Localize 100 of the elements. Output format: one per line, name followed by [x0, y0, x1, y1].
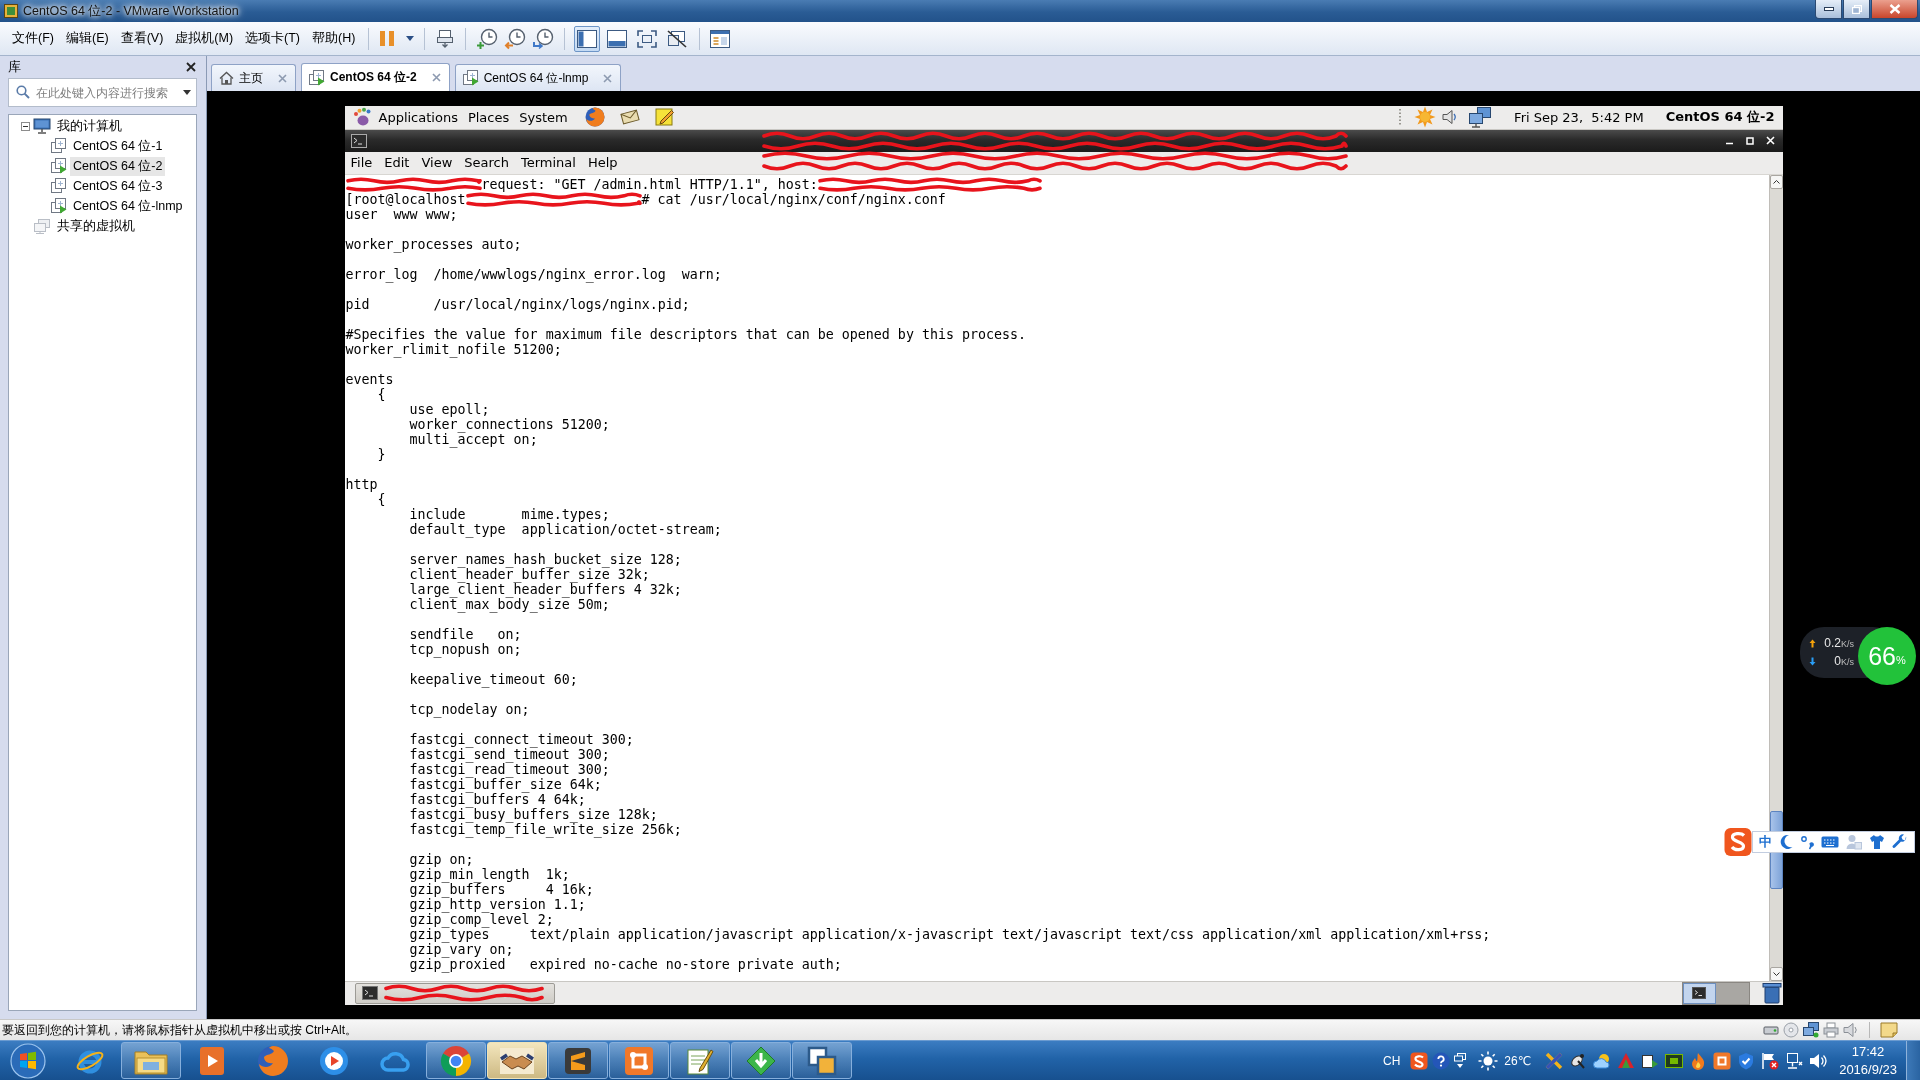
terminal-line: fastcgi_send_timeout 300;: [409, 746, 610, 762]
down-arrow-icon: [1809, 656, 1816, 666]
knot-tile-icon[interactable]: [1713, 1051, 1732, 1070]
search-field[interactable]: 在此处键入内容进行搜索: [8, 78, 197, 107]
envelope-icon[interactable]: [618, 108, 641, 126]
network-computers-icon[interactable]: [1468, 106, 1493, 128]
network-error-icon[interactable]: [1785, 1051, 1804, 1070]
terminal-line: sendfile on;: [409, 626, 522, 642]
speaker-icon[interactable]: [1809, 1051, 1828, 1070]
taskbar-app-button[interactable]: [792, 1042, 852, 1079]
note-pencil-icon[interactable]: [654, 107, 675, 127]
terminal-line: fastcgi_temp_file_write_size 256k;: [409, 821, 682, 837]
input-mode-toggle[interactable]: 中: [1759, 833, 1772, 851]
terminal-line: gzip_min_length 1k;: [409, 866, 570, 882]
tree-item[interactable]: 我的计算机: [54, 116, 125, 136]
punctuation-icon[interactable]: [1800, 834, 1814, 850]
taskbar-app-button[interactable]: [609, 1042, 669, 1079]
menu-item[interactable]: Terminal: [515, 153, 582, 172]
network-icon[interactable]: [1803, 1022, 1819, 1038]
menu-item[interactable]: 查看(V): [114, 27, 170, 50]
tree-item[interactable]: 共享的虚拟机: [54, 216, 138, 236]
close-button[interactable]: [1871, 0, 1918, 19]
caret-icon[interactable]: [183, 90, 191, 95]
taskbar-button[interactable]: [354, 982, 555, 1004]
taskbar-app-button[interactable]: [426, 1042, 486, 1079]
terminal-icon: [1692, 987, 1706, 999]
menu-item[interactable]: 虚拟机(M): [169, 27, 240, 50]
computer-arrow-icon[interactable]: [435, 28, 456, 49]
menu-item[interactable]: 文件(F): [6, 27, 60, 50]
clock-plus-icon[interactable]: [476, 27, 499, 50]
menu-item[interactable]: File: [344, 153, 379, 172]
help-icon[interactable]: [1432, 1051, 1451, 1070]
tree-item[interactable]: CentOS 64 位-1: [70, 136, 166, 156]
menu-item[interactable]: Search: [458, 153, 515, 172]
app-icon: [4, 4, 18, 18]
speaker-icon[interactable]: [1442, 108, 1459, 126]
taskbar-app-button[interactable]: [670, 1042, 730, 1079]
menu-item[interactable]: Edit: [378, 153, 416, 172]
globe-icon[interactable]: [584, 107, 605, 127]
sidebar-layout-icon: [577, 29, 598, 48]
scroll-down-button[interactable]: [1769, 966, 1783, 981]
monitor-icon: [33, 118, 51, 134]
swirl-logo-icon[interactable]: [1410, 1051, 1429, 1070]
language-indicator[interactable]: CH: [1383, 1053, 1401, 1068]
keyboard-icon[interactable]: [1821, 835, 1839, 849]
window-switch-icon[interactable]: [1454, 1052, 1467, 1069]
start-button[interactable]: [9, 1041, 47, 1080]
shirt-icon[interactable]: [1869, 834, 1885, 850]
menu-item[interactable]: 选项卡(T): [239, 27, 307, 50]
maximize-icon[interactable]: [1745, 136, 1754, 145]
panel-menu[interactable]: System: [514, 108, 573, 126]
show-desktop-button[interactable]: [1906, 1040, 1920, 1080]
taskbar-app-button[interactable]: [731, 1042, 791, 1079]
terminal-line: server_names_hash_bucket_size 128;: [409, 551, 682, 567]
tab[interactable]: CentOS 64 位-lnmp: [454, 64, 622, 91]
tab[interactable]: CentOS 64 位-2: [301, 63, 450, 91]
foot-icon[interactable]: [351, 107, 372, 127]
moon-icon[interactable]: [1779, 834, 1793, 850]
clock-arrow-icon[interactable]: [504, 27, 527, 50]
window-list-icon[interactable]: [710, 29, 731, 48]
view-button[interactable]: [574, 25, 601, 52]
satellite-dish-icon[interactable]: [1569, 1051, 1588, 1070]
caret-icon[interactable]: [406, 36, 415, 41]
tree-item[interactable]: CentOS 64 位-2: [70, 156, 166, 176]
speaker-icon[interactable]: [1843, 1022, 1859, 1038]
shield-check-icon[interactable]: [1737, 1051, 1756, 1070]
minimize-button[interactable]: [1815, 0, 1842, 19]
menu-item[interactable]: Help: [581, 153, 624, 172]
panel-clock[interactable]: Fri Sep 23, 5:42 PM: [1514, 109, 1644, 125]
taskbar-app-button[interactable]: [121, 1042, 181, 1079]
menu-item[interactable]: View: [415, 153, 459, 172]
collapse-icon[interactable]: [21, 121, 30, 131]
chip-card-icon[interactable]: [1665, 1051, 1684, 1070]
taskbar-app-button[interactable]: [548, 1042, 608, 1079]
clock-date[interactable]: 2016/9/23: [1839, 1060, 1897, 1079]
tree-item[interactable]: CentOS 64 位-lnmp: [70, 196, 186, 216]
menu-item[interactable]: 帮助(H): [306, 27, 362, 50]
clock-return-icon[interactable]: [532, 27, 555, 50]
tab[interactable]: 主页: [211, 64, 296, 91]
x-logo-icon[interactable]: [1545, 1051, 1564, 1070]
tree-item[interactable]: CentOS 64 位-3: [70, 176, 166, 196]
restore-button[interactable]: [1843, 0, 1870, 19]
panel-menu[interactable]: Applications: [373, 108, 463, 126]
terminal-line: include mime.types;: [409, 506, 610, 522]
clock-time[interactable]: 17:42: [1851, 1042, 1885, 1061]
terminal-line: client_header_buffer_size 32k;: [409, 566, 650, 582]
temperature[interactable]: 26℃: [1504, 1053, 1532, 1068]
trash-icon[interactable]: [1761, 982, 1782, 1004]
cloud-sun-icon[interactable]: [1593, 1051, 1612, 1070]
bottom-panel-layout-icon: [607, 29, 628, 48]
code-editor-icon: [564, 1046, 592, 1075]
terminal-line: worker_processes auto;: [345, 236, 522, 252]
menu-item[interactable]: 编辑(E): [59, 27, 115, 50]
terminal-line: default_type application/octet-stream;: [409, 521, 722, 537]
close-icon[interactable]: [186, 62, 196, 72]
flag-error-icon[interactable]: [1761, 1051, 1780, 1070]
sun-icon[interactable]: [1478, 1050, 1499, 1071]
panel-menu[interactable]: Places: [462, 108, 515, 126]
wrench-icon[interactable]: [1892, 834, 1908, 850]
workspace-button[interactable]: [1682, 982, 1716, 1004]
